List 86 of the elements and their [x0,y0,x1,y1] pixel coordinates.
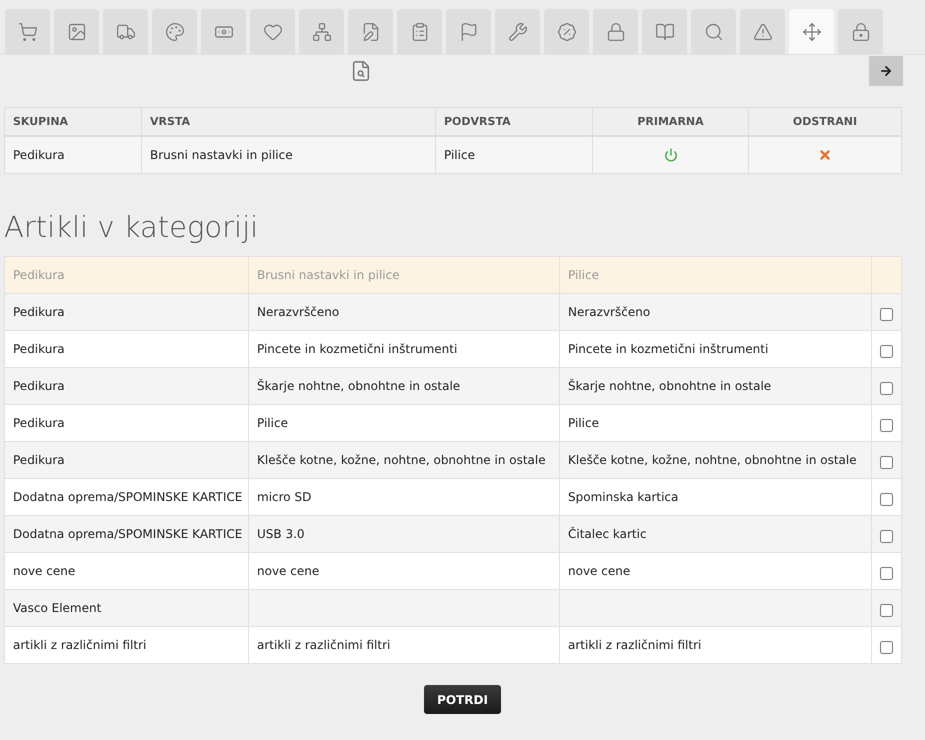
toolbar-tab[interactable] [348,9,393,54]
arrow-right-icon [879,64,893,78]
toolbar-tab[interactable] [299,9,344,54]
table-cell: Škarje nohtne, obnohtne in ostale [257,379,460,393]
toolbar-tab[interactable] [250,9,295,54]
toolbar-tab[interactable] [544,9,589,54]
row-checkbox[interactable] [880,641,893,654]
table-cell: nove cene [13,564,76,578]
table-cell: micro SD [257,490,312,504]
row-checkbox[interactable] [880,382,893,395]
row-checkbox[interactable] [880,308,893,321]
table-cell: Pilice [436,136,592,174]
wrench-icon [508,22,528,42]
palette-icon [164,22,184,42]
row-checkbox[interactable] [880,419,893,432]
table-cell: Pedikura [13,342,65,356]
table-cell: Klešče kotne, kožne, nohtne, obnohtne in ostale [568,453,857,467]
table-cell: artikli z različnimi filtri [13,638,146,652]
table-cell: USB 3.0 [257,527,305,541]
toolbar-tab[interactable] [54,9,99,54]
row-checkbox[interactable] [880,456,893,469]
row-checkbox[interactable] [880,567,893,580]
network-icon [312,22,332,42]
toolbar-tab[interactable] [495,9,540,54]
cart-icon [18,22,38,42]
lock-icon [850,22,870,42]
table-cell: artikli z različnimi filtri [257,638,390,652]
table-cell: Nerazvrščeno [257,305,340,319]
table-cell: Pedikura [13,416,65,430]
toolbar-tab[interactable] [5,9,50,54]
table-cell: Pedikura [4,136,142,174]
table-cell: Dodatna oprema/SPOMINSKE KARTICE [13,527,242,541]
toolbar-tab[interactable] [103,9,148,54]
column-header: VRSTA [142,108,436,136]
table-cell: artikli z različnimi filtri [568,638,702,652]
column-header: PRIMARNA [592,108,748,136]
search-icon [704,22,724,42]
row-checkbox[interactable] [880,530,893,543]
table-cell: Pedikura [13,305,65,319]
section-title: Artikli v kategoriji [4,210,260,244]
toolbar-tab[interactable] [152,9,197,54]
table-cell: Pilice [257,416,288,430]
filter-cell: Pedikura [4,256,248,294]
toolbar-tab[interactable] [789,9,834,54]
table-cell: Pincete in kozmetični inštrumenti [257,342,458,356]
confirm-button[interactable]: POTRDI [424,685,501,714]
book-icon [654,22,674,42]
table-cell: Pincete in kozmetični inštrumenti [568,342,768,356]
heart-icon [262,22,282,42]
toolbar-tab[interactable] [740,9,785,54]
table-cell: Klešče kotne, kožne, nohtne, obnohtne in ostale [257,453,546,467]
table-cell: nove cene [257,564,320,578]
toolbar-tab[interactable] [642,9,687,54]
column-header: PODVRSTA [436,108,592,136]
filter-cell: Brusni nastavki in pilice [248,256,560,294]
toolbar-tab[interactable] [397,9,442,54]
next-button[interactable] [869,56,903,86]
table-cell: Brusni nastavki in pilice [142,136,436,174]
image-icon [66,22,86,42]
table-cell: Pedikura [13,453,65,467]
table-cell: Pedikura [13,379,65,393]
table-cell: Nerazvrščeno [568,305,650,319]
file-search-icon[interactable] [350,60,372,82]
table-cell: Škarje nohtne, obnohtne in ostale [568,379,772,393]
lock-icon [606,22,626,42]
row-checkbox[interactable] [880,604,893,617]
power-icon[interactable] [664,148,678,162]
toolbar-tab[interactable] [201,9,246,54]
filter-cell: Pilice [560,256,872,294]
table-cell: Pilice [568,416,599,430]
warning-icon [752,22,772,42]
row-checkbox[interactable] [880,493,893,506]
toolbar-tab[interactable] [593,9,638,54]
toolbar-tab[interactable] [691,9,736,54]
column-header: SKUPINA [4,108,142,136]
toolbar-tab[interactable] [446,9,491,54]
column-header: ODSTRANI [748,108,902,136]
percent-badge-icon [556,22,576,42]
move-icon [802,22,822,42]
table-cell: Vasco Element [13,601,102,615]
table-cell: Dodatna oprema/SPOMINSKE KARTICE [13,490,242,504]
table-cell: nove cene [568,564,630,578]
row-checkbox[interactable] [880,345,893,358]
table-cell: Spominska kartica [568,490,678,504]
remove-icon[interactable] [818,148,832,162]
table-cell: Čitalec kartic [568,527,647,541]
